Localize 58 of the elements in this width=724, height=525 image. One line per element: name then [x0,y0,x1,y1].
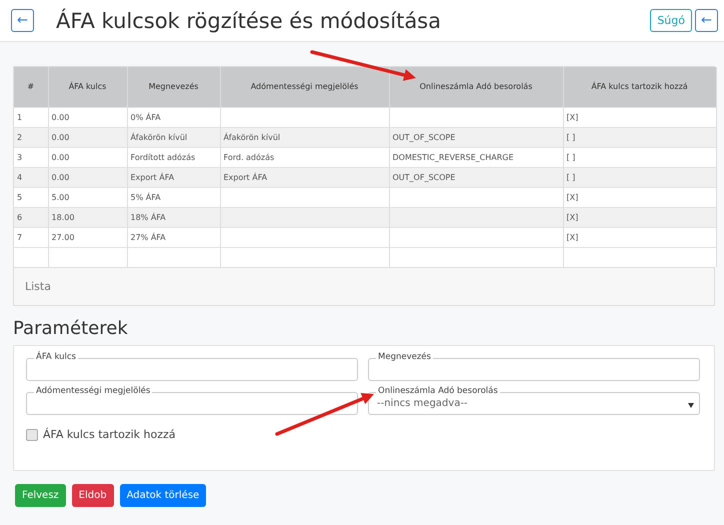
table-cell: [X] [563,107,716,127]
column-header[interactable]: Adómentességi megjelölés [220,67,389,107]
column-header[interactable]: # [14,67,48,107]
table-cell: 1 [14,107,48,127]
table-cell: [ ] [563,167,716,187]
table-cell: 4 [14,167,48,187]
table-cell: Áfakörön kívül [127,127,220,147]
table-cell: 0.00 [48,127,127,147]
table-cell: Export ÁFA [220,167,389,187]
table-cell: 5% ÁFA [127,187,220,207]
section-title: Paraméterek [13,318,129,339]
table-cell: Ford. adózás [220,147,389,167]
column-header[interactable]: Onlineszámla Adó besorolás [389,67,563,107]
field-label: Megnevezés [376,352,433,362]
table-cell: OUT_OF_SCOPE [389,127,563,147]
table-cell: [ ] [563,147,716,167]
caret-icon [688,403,694,408]
help-button[interactable]: Súgó [650,9,692,32]
table-cell: DOMESTIC_REVERSE_CHARGE [389,147,563,167]
action-button[interactable]: Eldob [72,484,114,507]
table-cell: 0% ÁFA [127,107,220,127]
column-header[interactable]: ÁFA kulcs tartozik hozzá [563,67,716,107]
table-cell: 6 [14,207,48,227]
table-cell: 18.00 [48,207,127,227]
table-cell: 5 [14,187,48,207]
field-label: ÁFA kulcs [34,352,78,362]
field-label: Adómentességi megjelölés [34,386,152,396]
input-field[interactable] [26,358,358,381]
table-cell: 18% ÁFA [127,207,220,227]
table-cell: 0.00 [48,107,127,127]
table-cell: 0.00 [48,147,127,167]
table-cell: [X] [563,207,716,227]
table-cell: [X] [563,187,716,207]
column-header[interactable]: ÁFA kulcs [48,67,127,107]
action-button[interactable]: Adatok törlése [120,484,206,507]
table-cell: 2 [14,127,48,147]
table-cell: 0.00 [48,167,127,187]
table-footer-label: Lista [25,280,51,293]
table-cell: [X] [563,227,716,247]
table-cell: 7 [14,227,48,247]
table-cell: 3 [14,147,48,167]
back-button[interactable]: ← [11,9,34,32]
table-cell: 27% ÁFA [127,227,220,247]
return-button[interactable]: ← [695,9,718,32]
table-cell: [ ] [563,127,716,147]
table-cell: OUT_OF_SCOPE [389,167,563,187]
table-cell: 27.00 [48,227,127,247]
action-button[interactable]: Felvesz [15,484,66,507]
column-header[interactable]: Megnevezés [127,67,220,107]
checkbox-label: ÁFA kulcs tartozik hozzá [43,428,176,441]
page-title: ÁFA kulcsok rögzítése és módosítása [56,8,442,32]
field-label: Onlineszámla Adó besorolás [376,386,500,396]
select-field[interactable]: --nincs megadva-- [368,392,700,415]
table-cell: Áfakörön kívül [220,127,389,147]
table-cell: Fordított adózás [127,147,220,167]
checkbox[interactable] [26,428,38,440]
table-cell: Export ÁFA [127,167,220,187]
table-cell: 5.00 [48,187,127,207]
